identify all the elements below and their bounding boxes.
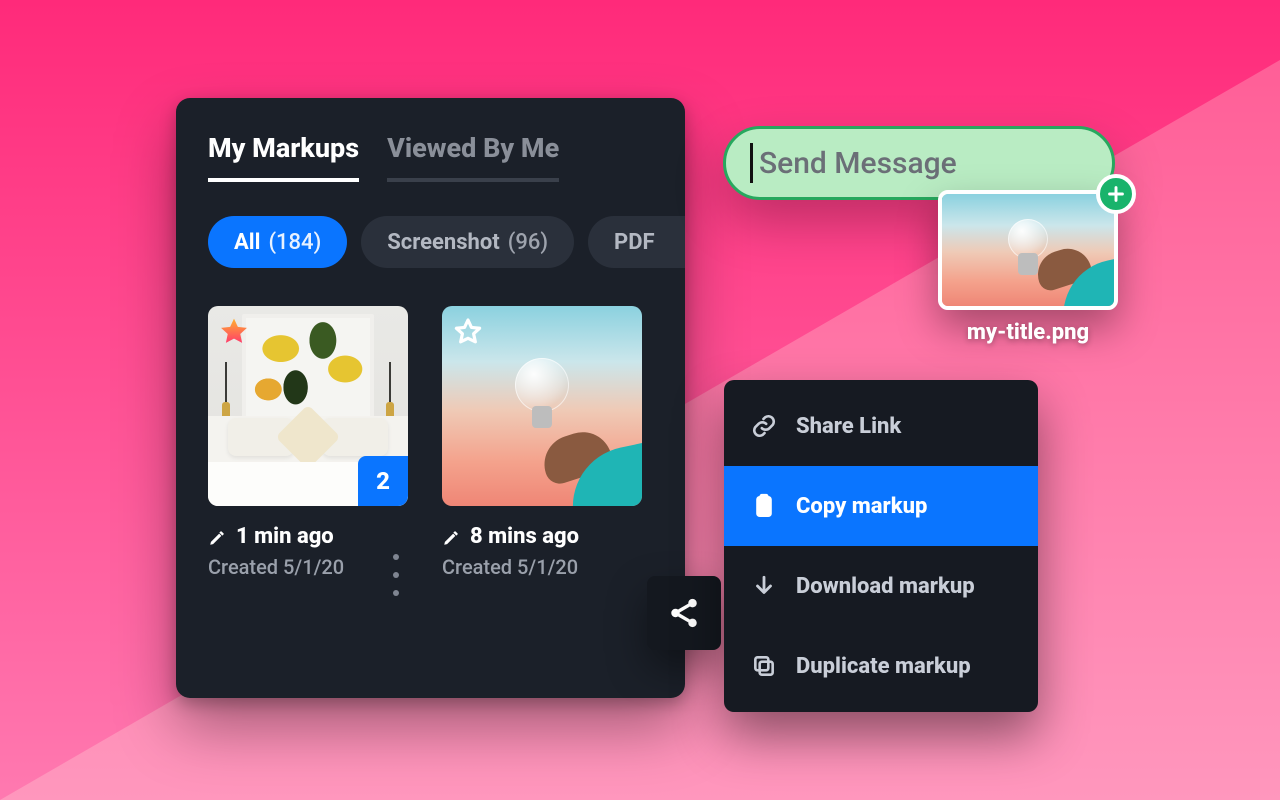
created-date-label: Created 5/1/20 <box>442 555 642 579</box>
filter-chip-pdf[interactable]: PDF <box>588 216 685 268</box>
clipboard-icon <box>750 492 778 520</box>
card-meta: 1 min ago Created 5/1/20 <box>208 524 408 579</box>
filter-chip-row: All (184) Screenshot (96) PDF <box>176 182 685 268</box>
pencil-icon <box>208 528 226 546</box>
created-date-label: Created 5/1/20 <box>208 555 408 579</box>
more-options-button[interactable] <box>382 554 410 596</box>
filter-count: (184) <box>268 230 321 255</box>
add-attachment-button[interactable] <box>1096 174 1136 214</box>
tab-my-markups[interactable]: My Markups <box>208 132 359 182</box>
markup-card[interactable]: 2 1 min ago Created 5/1/20 <box>208 306 408 579</box>
tab-viewed-by-me[interactable]: Viewed By Me <box>387 132 559 182</box>
markup-card[interactable]: 8 mins ago Created 5/1/20 <box>442 306 642 579</box>
share-button[interactable] <box>647 576 721 650</box>
tab-bar: My Markups Viewed By Me <box>176 132 685 182</box>
star-filled-icon[interactable] <box>218 316 250 348</box>
menu-item-label: Share Link <box>796 414 901 439</box>
menu-item-share-link[interactable]: Share Link <box>724 386 1038 466</box>
filter-chip-screenshot[interactable]: Screenshot (96) <box>361 216 574 268</box>
filter-label: Screenshot <box>387 230 499 255</box>
link-icon <box>750 412 778 440</box>
share-icon <box>667 596 701 630</box>
filter-label: PDF <box>614 230 655 255</box>
duplicate-icon <box>750 652 778 680</box>
menu-item-copy-markup[interactable]: Copy markup <box>724 466 1038 546</box>
message-placeholder: Send Message <box>759 146 957 181</box>
plus-icon <box>1105 183 1127 205</box>
message-input[interactable]: Send Message <box>723 126 1115 200</box>
annotation-count-badge: 2 <box>358 456 408 506</box>
thumbnail[interactable] <box>442 306 642 506</box>
menu-item-download-markup[interactable]: Download markup <box>724 546 1038 626</box>
filter-label: All <box>234 230 260 255</box>
card-grid: 2 1 min ago Created 5/1/20 <box>176 268 685 579</box>
last-edited-label: 8 mins ago <box>470 524 579 549</box>
filter-count: (96) <box>508 230 548 255</box>
thumbnail-image <box>942 194 1114 306</box>
menu-item-label: Copy markup <box>796 494 927 519</box>
menu-item-label: Duplicate markup <box>796 654 971 679</box>
pencil-icon <box>442 528 460 546</box>
thumbnail[interactable]: 2 <box>208 306 408 506</box>
star-outline-icon[interactable] <box>452 316 484 348</box>
attachment-thumbnail[interactable] <box>938 190 1118 310</box>
filter-chip-all[interactable]: All (184) <box>208 216 347 268</box>
card-meta: 8 mins ago Created 5/1/20 <box>442 524 642 579</box>
last-edited-label: 1 min ago <box>236 524 334 549</box>
download-icon <box>750 572 778 600</box>
menu-item-duplicate-markup[interactable]: Duplicate markup <box>724 626 1038 706</box>
text-caret <box>750 143 753 183</box>
context-menu: Share Link Copy markup Download markup D… <box>724 380 1038 712</box>
attachment-filename: my-title.png <box>938 320 1118 345</box>
menu-item-label: Download markup <box>796 574 975 599</box>
markups-panel: My Markups Viewed By Me All (184) Screen… <box>176 98 685 698</box>
